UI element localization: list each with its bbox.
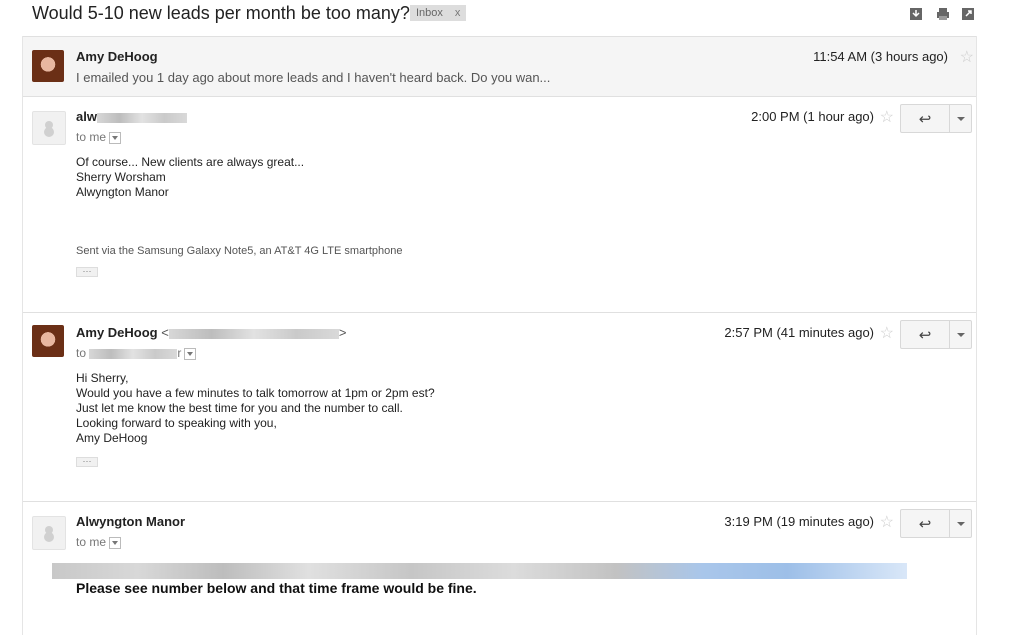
remove-label-button[interactable]: x (455, 7, 461, 19)
sender-name: Alwyngton Manor (76, 514, 186, 529)
blurred-content (52, 563, 907, 579)
inbox-label[interactable]: Inbox x (410, 5, 467, 21)
print-icon[interactable] (936, 8, 949, 20)
show-details-dropdown[interactable] (184, 347, 197, 360)
sender-name: Amy DeHoog < > (76, 325, 347, 340)
avatar (32, 325, 64, 357)
message-time: 2:00 PM (1 hour ago) (751, 109, 874, 124)
subject-bar: Would 5-10 new leads per month be too ma… (0, 0, 1018, 30)
reply-button[interactable]: ↩ (901, 105, 950, 132)
message-snippet: I emailed you 1 day ago about more leads… (76, 70, 551, 85)
reply-button-group: ↩ (900, 509, 972, 538)
sender-name: Amy DeHoog (76, 49, 158, 64)
star-icon[interactable]: ☆ (960, 47, 974, 67)
message-time: 2:57 PM (41 minutes ago) (724, 325, 874, 340)
show-trimmed-content-button[interactable]: ··· (76, 267, 98, 277)
message-time: 11:54 AM (3 hours ago) (813, 49, 948, 64)
reply-button-group: ↩ (900, 104, 972, 133)
reply-button-group: ↩ (900, 320, 972, 349)
star-icon[interactable]: ☆ (880, 512, 894, 532)
message-time: 3:19 PM (19 minutes ago) (724, 514, 874, 529)
star-icon[interactable]: ☆ (880, 107, 894, 127)
avatar-placeholder (32, 516, 66, 550)
message-body: Of course... New clients are always grea… (76, 155, 305, 199)
more-options-button[interactable] (950, 105, 971, 132)
message-body: Hi Sherry, Would you have a few minutes … (76, 371, 435, 445)
signature-footer: Sent via the Samsung Galaxy Note5, an AT… (76, 245, 403, 257)
toolbar-icons (910, 8, 974, 20)
reply-button[interactable]: ↩ (901, 321, 950, 348)
show-trimmed-content-button[interactable]: ··· (76, 457, 98, 467)
email-subject: Would 5-10 new leads per month be too ma… (32, 3, 410, 23)
email-thread: Amy DeHoog I emailed you 1 day ago about… (22, 36, 977, 635)
show-details-dropdown[interactable] (109, 131, 122, 144)
sender-name: alw (76, 109, 187, 124)
recipient-line: to me (76, 130, 122, 144)
avatar-placeholder (32, 111, 66, 145)
label-name: Inbox (416, 7, 443, 19)
more-options-button[interactable] (950, 510, 971, 537)
new-window-icon[interactable] (962, 8, 974, 20)
message-expanded: Amy DeHoog < > to r 2:57 PM (41 minutes a… (23, 312, 976, 501)
avatar (32, 50, 64, 82)
reply-icon: ↩ (918, 326, 932, 344)
blurred-sender (96, 112, 187, 123)
reply-button[interactable]: ↩ (901, 510, 950, 537)
message-collapsed[interactable]: Amy DeHoog I emailed you 1 day ago about… (23, 36, 976, 96)
blurred-recipient (89, 348, 178, 359)
recipient-line: to me (76, 535, 122, 549)
star-icon[interactable]: ☆ (880, 323, 894, 343)
reply-icon: ↩ (918, 515, 932, 533)
show-details-dropdown[interactable] (109, 536, 122, 549)
download-icon[interactable] (910, 8, 922, 20)
more-options-button[interactable] (950, 321, 971, 348)
message-expanded: alw to me 2:00 PM (1 hour ago) ☆ ↩ Of co… (23, 96, 976, 312)
blurred-email (168, 328, 339, 339)
sender-email: < > (161, 325, 347, 340)
recipient-line: to r (76, 346, 197, 360)
reply-icon: ↩ (918, 110, 932, 128)
